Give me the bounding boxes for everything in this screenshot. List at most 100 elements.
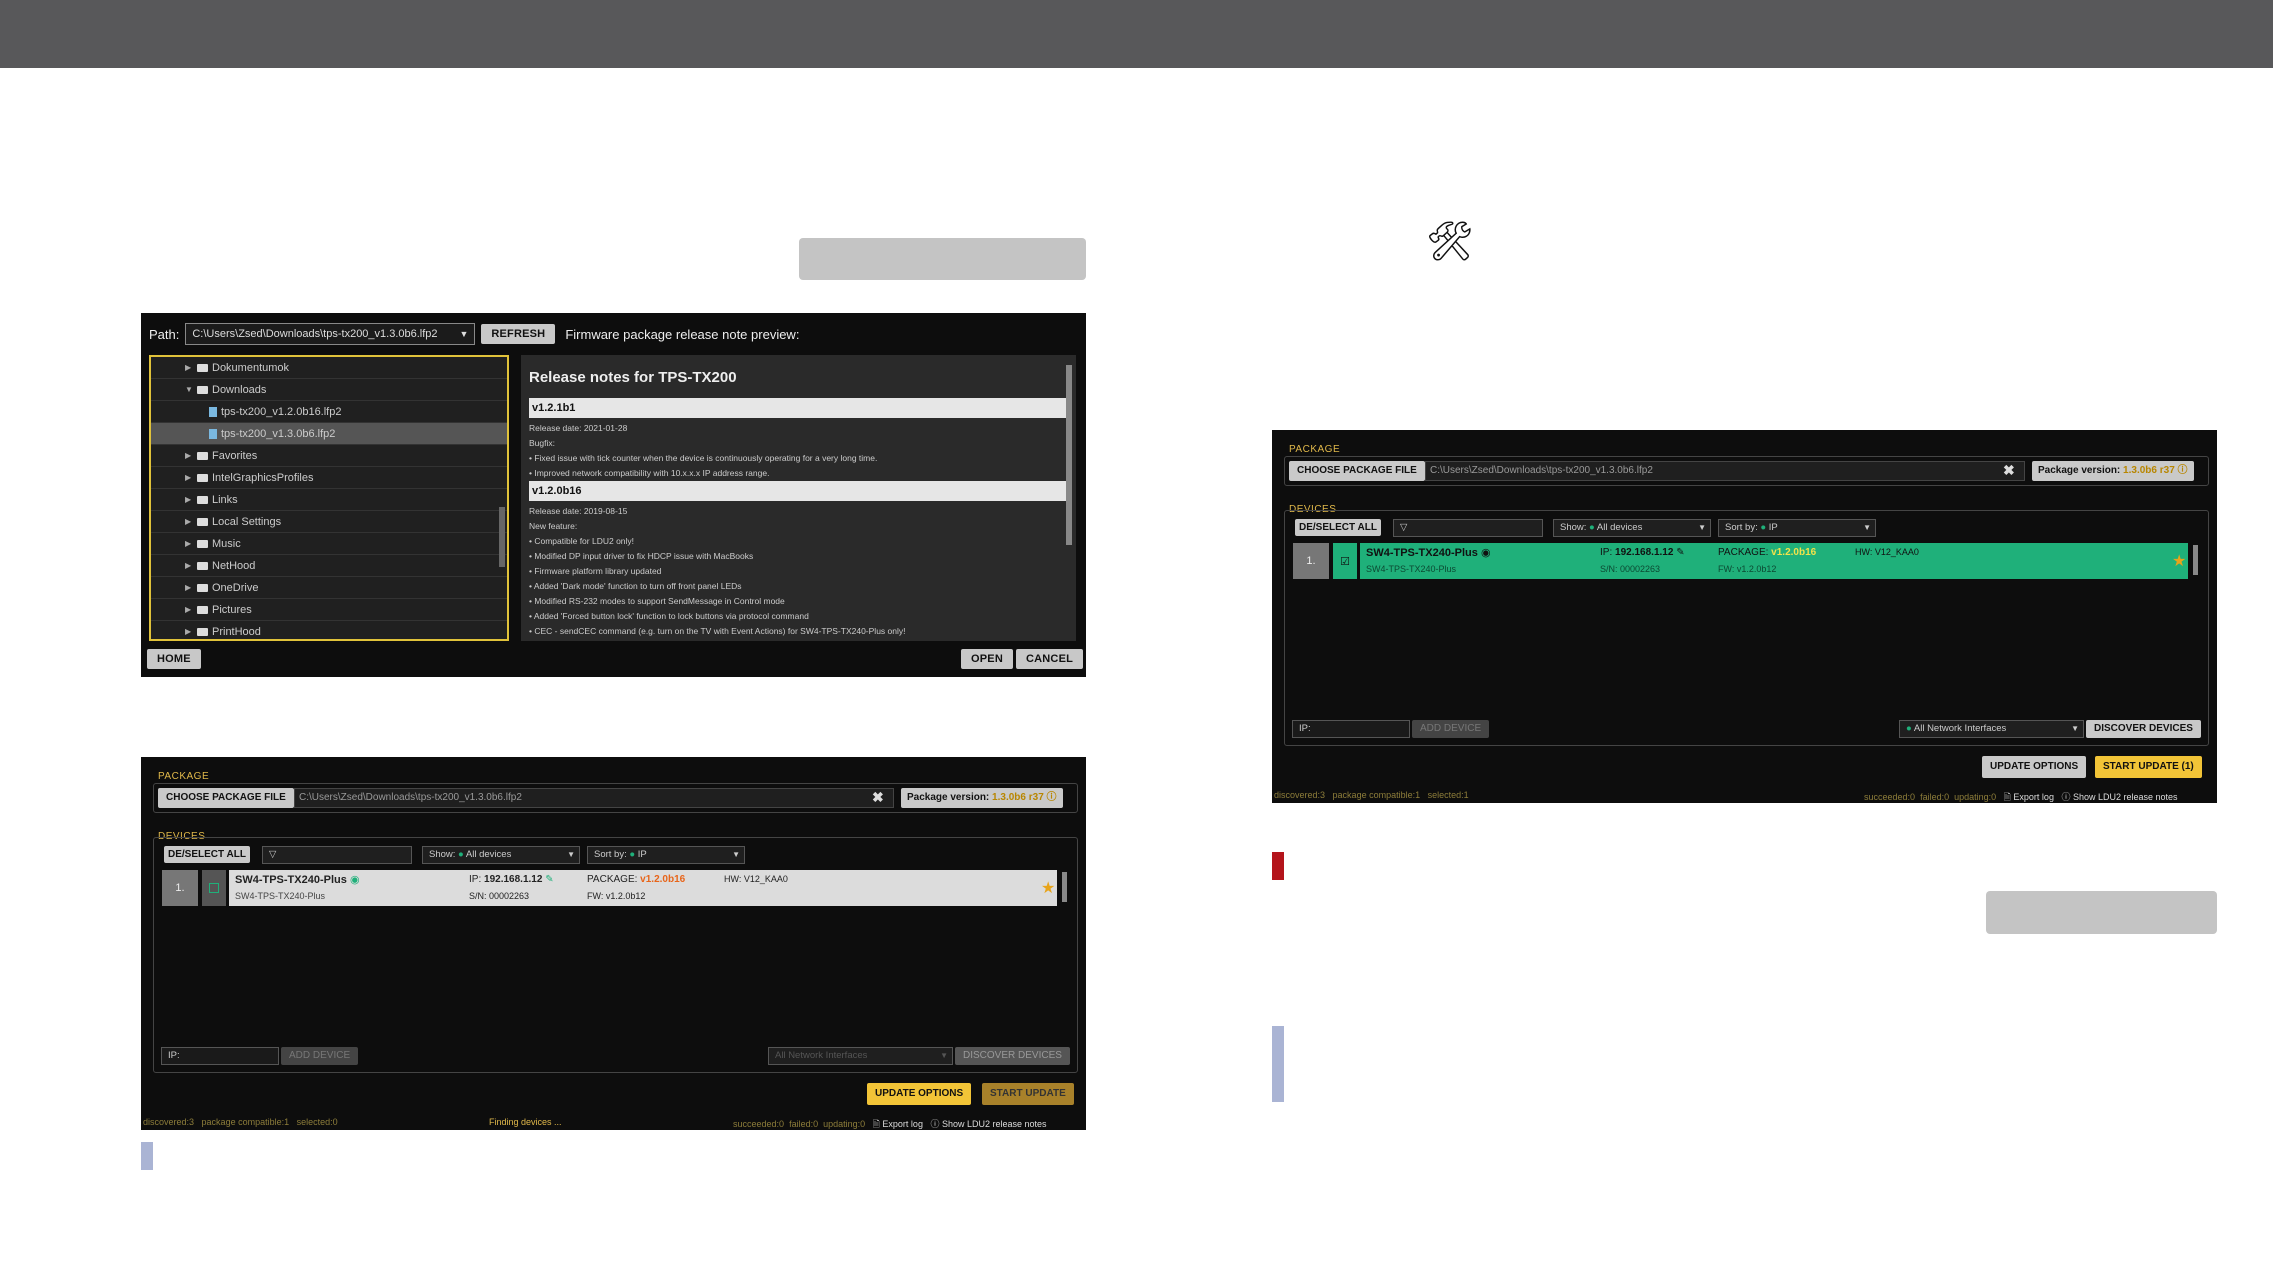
export-log-link[interactable]: 🗎 Export log [873,1119,923,1129]
tree-item[interactable]: ▼ Downloads [151,379,507,401]
expand-right-icon[interactable]: ▶ [185,495,197,504]
tree-item[interactable]: tps-tx200_v1.3.0b6.lfp2 [151,423,507,445]
tree-item[interactable]: ▶ Music [151,533,507,555]
package-path-field[interactable]: C:\Users\Zsed\Downloads\tps-tx200_v1.3.0… [294,788,894,808]
expand-right-icon[interactable]: ▶ [185,561,197,570]
device-checkbox[interactable]: ☑ [1333,543,1357,579]
package-version-label: Package version: [2038,465,2121,476]
expand-right-icon[interactable]: ▶ [185,473,197,482]
sort-select[interactable]: Sort by: ● IP ▼ [587,846,745,864]
note-line: Release date: 2021-01-28 [529,423,628,433]
device-row[interactable]: 1. ☑ SW4-TPS-TX240-Plus ◉ SW4-TPS-TX240-… [1293,543,2188,579]
notes-scrollbar[interactable] [1066,365,1072,545]
ip-input[interactable]: IP: [161,1047,279,1065]
path-select[interactable]: C:\Users\Zsed\Downloads\tps-tx200_v1.3.0… [185,323,476,345]
chevron-down-icon: ▼ [1698,523,1706,532]
file-dialog-screenshot: Path: C:\Users\Zsed\Downloads\tps-tx200_… [141,313,1086,677]
expand-right-icon[interactable]: ▶ [185,451,197,460]
release-notes-link[interactable]: ⓘ Show LDU2 release notes [930,1119,1046,1129]
updater-panel-before: PACKAGE CHOOSE PACKAGE FILE C:\Users\Zse… [141,757,1086,1130]
eye-icon[interactable]: ◉ [1481,546,1491,559]
expand-down-icon[interactable]: ▼ [185,385,197,394]
start-update-button[interactable]: START UPDATE (1) [2095,756,2202,778]
expand-right-icon[interactable]: ▶ [185,517,197,526]
tree-item[interactable]: ▶ Links [151,489,507,511]
tree-item[interactable]: tps-tx200_v1.2.0b16.lfp2 [151,401,507,423]
note-marker-right [1272,1026,1284,1102]
warning-marker [1272,852,1284,880]
device-checkbox[interactable] [202,870,226,906]
folder-icon [197,605,208,614]
version-header: v1.2.1b1 [529,398,1068,418]
tree-item[interactable]: ▶ NetHood [151,555,507,577]
update-options-button[interactable]: UPDATE OPTIONS [1982,756,2087,778]
folder-tree[interactable]: ▶ Dokumentumok ▼ Downloads tps-tx200_v1.2.0b… [149,355,509,641]
clear-icon[interactable]: ✖ [2003,462,2015,479]
tree-item[interactable]: ▶ Local Settings [151,511,507,533]
release-notes-link[interactable]: ⓘ Show LDU2 release notes [2061,792,2177,802]
tree-item[interactable]: ▶ Favorites [151,445,507,467]
tree-item-label: Pictures [212,603,252,616]
home-button[interactable]: HOME [147,649,201,669]
status-compatible: package compatible:1 [201,1117,290,1127]
interface-select[interactable]: ● All Network Interfaces ▼ [1899,720,2084,738]
note-line: Release date: 2019-08-15 [529,506,628,516]
filter-input[interactable]: ▽ [1393,519,1543,537]
choose-package-button[interactable]: CHOOSE PACKAGE FILE [1289,461,1425,481]
interface-select[interactable]: All Network Interfaces ▼ [768,1047,953,1065]
tree-item[interactable]: ▶ Dokumentumok [151,357,507,379]
discover-devices-button[interactable]: DISCOVER DEVICES [955,1047,1070,1065]
tree-item[interactable]: ▶ IntelGraphicsProfiles [151,467,507,489]
device-row[interactable]: 1. SW4-TPS-TX240-Plus ◉ SW4-TPS-TX240-Pl… [162,870,1057,906]
add-device-button[interactable]: ADD DEVICE [281,1047,359,1065]
update-options-button[interactable]: UPDATE OPTIONS [867,1083,972,1105]
export-log-link[interactable]: 🗎 Export log [2004,792,2054,802]
expand-right-icon[interactable]: ▶ [185,539,197,548]
folder-icon [197,363,208,372]
open-button[interactable]: OPEN [961,649,1013,669]
show-select[interactable]: Show: ● All devices ▼ [1553,519,1711,537]
star-icon[interactable]: ★ [2172,551,2186,571]
device-name: SW4-TPS-TX240-Plus [1366,547,1478,559]
eye-icon[interactable]: ◉ [350,873,360,886]
tree-item[interactable]: ▶ Pictures [151,599,507,621]
device-list-scrollbar[interactable] [1062,872,1067,902]
edit-icon[interactable]: ✎ [1676,547,1684,558]
deselect-all-button[interactable]: DE/SELECT ALL [1295,519,1381,536]
expand-right-icon[interactable]: ▶ [185,583,197,592]
note-line: • Modified RS-232 modes to support SendM… [529,596,785,606]
edit-icon[interactable]: ✎ [545,874,553,885]
star-icon[interactable]: ★ [1041,878,1055,898]
show-select[interactable]: Show: ● All devices ▼ [422,846,580,864]
show-label: Show: [429,849,456,860]
expand-right-icon[interactable]: ▶ [185,627,197,636]
add-device-button[interactable]: ADD DEVICE [1412,720,1490,738]
choose-package-button[interactable]: CHOOSE PACKAGE FILE [158,788,294,808]
tree-item[interactable]: ▶ OneDrive [151,577,507,599]
chevron-down-icon: ▼ [732,850,740,859]
expand-right-icon[interactable]: ▶ [185,605,197,614]
tree-item[interactable]: ▶ PrintHood [151,621,507,639]
sort-select[interactable]: Sort by: ● IP ▼ [1718,519,1876,537]
tree-scrollbar[interactable] [499,507,505,567]
tree-item-label: PrintHood [212,625,261,638]
package-row: PACKAGE: v1.2.0b16 [1718,547,1816,558]
chevron-down-icon: ▼ [2071,724,2079,733]
filter-input[interactable]: ▽ [262,846,412,864]
folder-icon [197,517,208,526]
ip-input[interactable]: IP: [1292,720,1410,738]
folder-icon [197,451,208,460]
start-update-button[interactable]: START UPDATE [982,1083,1074,1105]
refresh-button[interactable]: REFRESH [481,324,556,344]
deselect-all-button[interactable]: DE/SELECT ALL [164,846,250,863]
device-list-scrollbar[interactable] [2193,545,2198,575]
package-path-field[interactable]: C:\Users\Zsed\Downloads\tps-tx200_v1.3.0… [1425,461,2025,481]
clear-icon[interactable]: ✖ [872,789,884,806]
folder-icon [197,473,208,482]
show-value: All devices [1596,522,1643,533]
cancel-button[interactable]: CANCEL [1016,649,1084,669]
expand-right-icon[interactable]: ▶ [185,363,197,372]
discover-devices-button[interactable]: DISCOVER DEVICES [2086,720,2201,738]
status-selected: selected:0 [296,1117,338,1127]
tree-item-label: tps-tx200_v1.2.0b16.lfp2 [221,405,342,418]
